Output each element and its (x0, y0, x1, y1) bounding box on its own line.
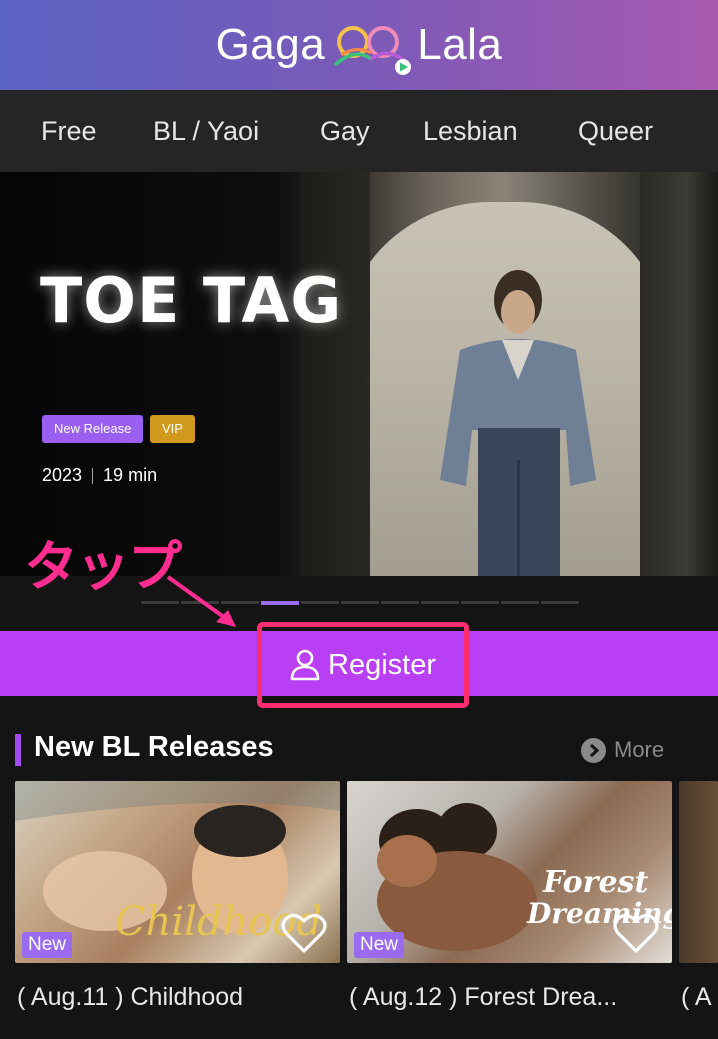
card-caption-childhood[interactable]: ( Aug.11 ) Childhood (17, 983, 337, 1012)
hero-wall-right (640, 172, 718, 576)
hero-title: TOE TAG (40, 264, 343, 337)
pager-dot[interactable] (141, 601, 179, 604)
nav-item-queer[interactable]: Queer (578, 90, 653, 172)
more-label: More (614, 737, 665, 762)
meta-divider (92, 467, 94, 484)
register-label: Register (328, 648, 436, 681)
pager-dot[interactable] (341, 601, 379, 604)
category-nav: Free BL / Yaoi Gay Lesbian Queer (0, 90, 718, 172)
section-accent-bar (15, 734, 21, 766)
chevron-right-icon (581, 737, 606, 763)
logo-text-left: Gaga (215, 20, 326, 69)
pager-dot[interactable] (181, 601, 219, 604)
card-caption-partial[interactable]: ( A (681, 983, 718, 1012)
hero-banner[interactable]: TOE TAG New Release VIP 2023 19 min (0, 172, 718, 576)
app-header: Gaga Lala (0, 0, 718, 90)
carousel-pager (141, 601, 581, 605)
card-caption-forest-dreaming[interactable]: ( Aug.12 ) Forest Drea... (349, 983, 671, 1012)
pager-dot[interactable] (461, 601, 499, 604)
movie-card-forest-dreaming[interactable]: Forest Dreaming New (347, 781, 672, 963)
pager-dot[interactable] (501, 601, 539, 604)
movie-card-childhood[interactable]: Childhood New (15, 781, 340, 963)
pager-dot[interactable] (301, 601, 339, 604)
nav-item-gay[interactable]: Gay (320, 90, 370, 172)
logo-text-right: Lala (417, 20, 503, 69)
hero-year: 2023 (42, 465, 83, 485)
gagalala-logo[interactable]: Gaga Lala (216, 15, 503, 75)
nav-item-free[interactable]: Free (41, 90, 97, 172)
page: Gaga Lala Free BL / Yaoi Gay Lesbian Que… (0, 0, 718, 1039)
movie-card-partial[interactable] (679, 781, 718, 963)
more-link[interactable]: More (581, 737, 664, 763)
heart-icon[interactable] (612, 911, 660, 955)
hero-person-image (440, 270, 596, 576)
pager-dot-active[interactable] (261, 601, 299, 605)
pager-dot[interactable] (541, 601, 579, 604)
heart-icon[interactable] (280, 911, 328, 955)
pager-dot[interactable] (381, 601, 419, 604)
tap-annotation-label: タップ (24, 535, 182, 598)
logo-rainbow-mark (334, 26, 412, 75)
pager-dot[interactable] (421, 601, 459, 604)
badge-new-release: New Release (42, 415, 144, 443)
user-icon (290, 649, 320, 681)
card-art-title-line1: Forest (543, 865, 649, 900)
section-title: New BL Releases (34, 731, 274, 763)
play-icon (395, 59, 412, 75)
pager-dot[interactable] (221, 601, 259, 604)
hero-duration: 19 min (103, 465, 158, 485)
hero-meta: 2023 19 min (42, 465, 157, 486)
new-tag: New (22, 932, 73, 958)
register-button[interactable]: Register (257, 622, 469, 708)
badge-vip: VIP (150, 415, 195, 443)
nav-item-lesbian[interactable]: Lesbian (423, 90, 518, 172)
new-tag: New (354, 932, 405, 958)
hero-wall-left (300, 172, 370, 576)
nav-item-bl-yaoi[interactable]: BL / Yaoi (153, 90, 259, 172)
